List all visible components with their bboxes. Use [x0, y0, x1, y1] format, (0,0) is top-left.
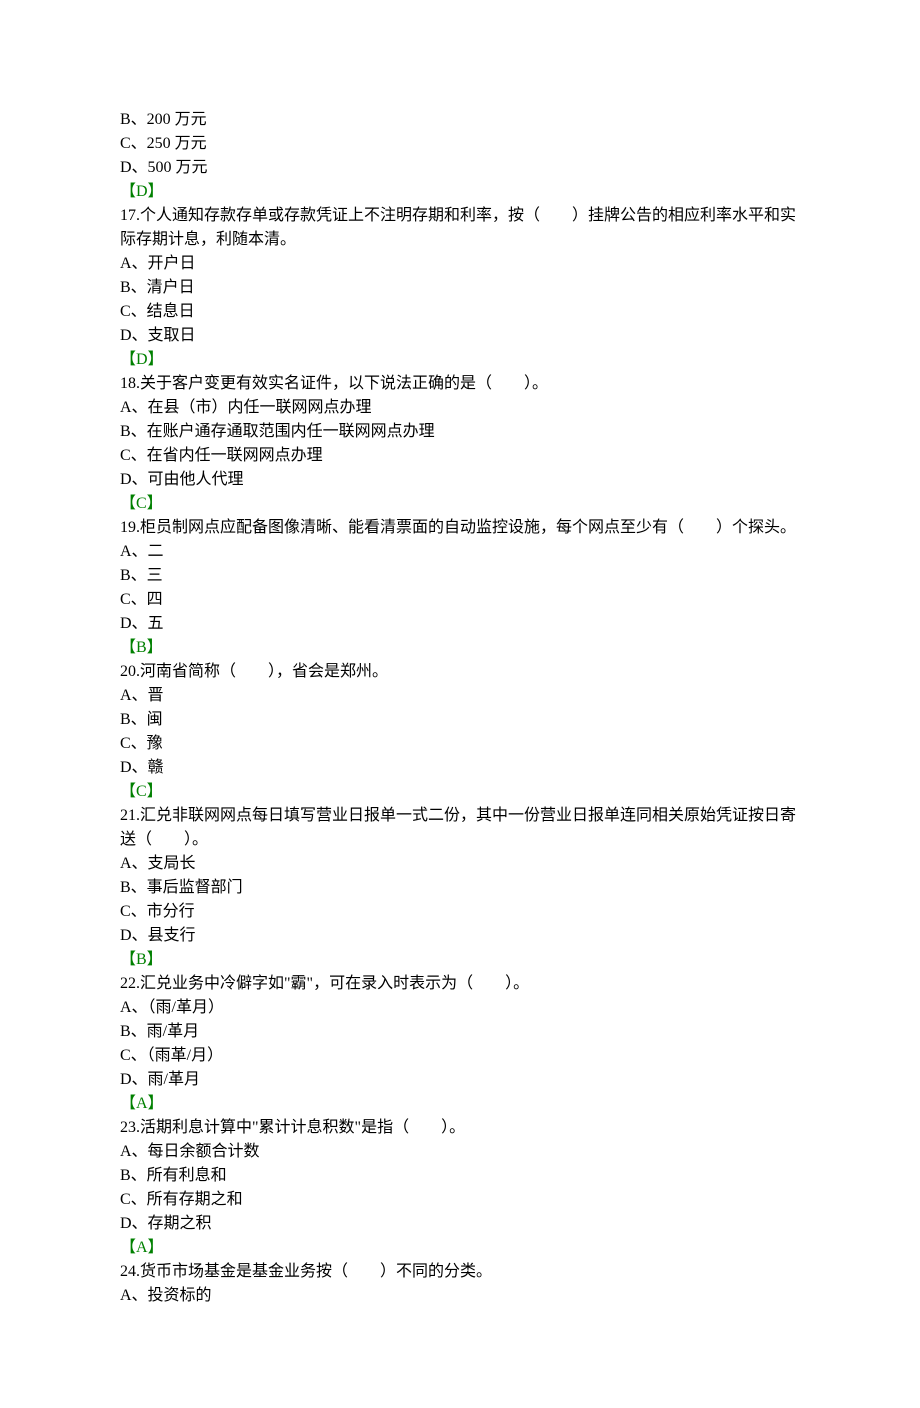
answer-line: 【B】 [120, 636, 800, 660]
text-line: C、四 [120, 588, 800, 612]
text-line: C、结息日 [120, 300, 800, 324]
text-line: 18.关于客户变更有效实名证件，以下说法正确的是（ ）。 [120, 372, 800, 396]
text-line: C、（雨革/月） [120, 1044, 800, 1068]
answer-line: 【C】 [120, 492, 800, 516]
text-line: B、闽 [120, 708, 800, 732]
text-line: C、250 万元 [120, 132, 800, 156]
text-line: B、200 万元 [120, 108, 800, 132]
text-line: C、市分行 [120, 900, 800, 924]
text-line: 22.汇兑业务中冷僻字如"霸"，可在录入时表示为（ ）。 [120, 972, 800, 996]
text-line: 21.汇兑非联网网点每日填写营业日报单一式二份，其中一份营业日报单连同相关原始凭… [120, 804, 800, 852]
answer-line: 【B】 [120, 948, 800, 972]
text-line: A、在县（市）内任一联网网点办理 [120, 396, 800, 420]
text-line: A、投资标的 [120, 1284, 800, 1308]
text-line: A、二 [120, 540, 800, 564]
text-line: D、赣 [120, 756, 800, 780]
answer-line: 【D】 [120, 348, 800, 372]
text-line: 17.个人通知存款存单或存款凭证上不注明存期和利率，按（ ）挂牌公告的相应利率水… [120, 204, 800, 252]
text-line: D、五 [120, 612, 800, 636]
text-line: 24.货币市场基金是基金业务按（ ）不同的分类。 [120, 1260, 800, 1284]
text-line: D、可由他人代理 [120, 468, 800, 492]
text-line: 19.柜员制网点应配备图像清晰、能看清票面的自动监控设施，每个网点至少有（ ）个… [120, 516, 800, 540]
text-line: B、所有利息和 [120, 1164, 800, 1188]
text-line: B、在账户通存通取范围内任一联网网点办理 [120, 420, 800, 444]
text-line: 20.河南省简称（ ），省会是郑州。 [120, 660, 800, 684]
text-line: C、所有存期之和 [120, 1188, 800, 1212]
text-line: D、县支行 [120, 924, 800, 948]
text-line: A、开户日 [120, 252, 800, 276]
text-line: B、雨/革月 [120, 1020, 800, 1044]
text-line: A、每日余额合计数 [120, 1140, 800, 1164]
answer-line: 【C】 [120, 780, 800, 804]
answer-line: 【D】 [120, 180, 800, 204]
text-line: D、500 万元 [120, 156, 800, 180]
text-line: A、支局长 [120, 852, 800, 876]
answer-line: 【A】 [120, 1092, 800, 1116]
text-line: D、雨/革月 [120, 1068, 800, 1092]
text-line: B、清户日 [120, 276, 800, 300]
text-line: 23.活期利息计算中"累计计息积数"是指（ ）。 [120, 1116, 800, 1140]
text-line: C、在省内任一联网网点办理 [120, 444, 800, 468]
text-line: D、存期之积 [120, 1212, 800, 1236]
text-line: D、支取日 [120, 324, 800, 348]
answer-line: 【A】 [120, 1236, 800, 1260]
text-line: C、豫 [120, 732, 800, 756]
document-page: B、200 万元C、250 万元D、500 万元【D】17.个人通知存款存单或存… [0, 0, 920, 1408]
text-line: A、晋 [120, 684, 800, 708]
text-line: B、三 [120, 564, 800, 588]
text-line: B、事后监督部门 [120, 876, 800, 900]
text-line: A、（雨/革月） [120, 996, 800, 1020]
